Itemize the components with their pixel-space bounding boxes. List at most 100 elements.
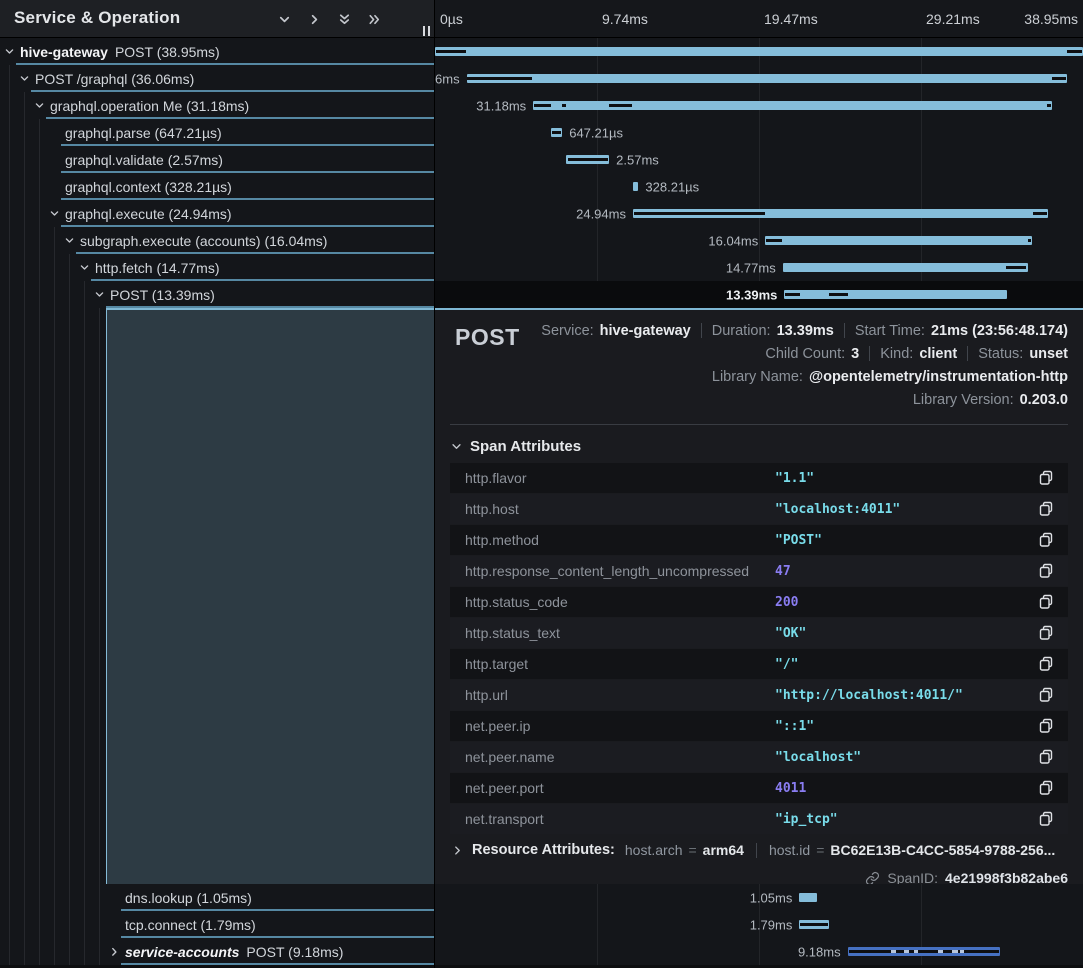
chevron-down-icon[interactable] bbox=[34, 100, 45, 111]
copy-icon[interactable] bbox=[1038, 532, 1054, 548]
span-bar-cell: 13.39ms bbox=[435, 281, 1083, 308]
self-time-segment bbox=[568, 158, 608, 161]
indent-guide bbox=[54, 254, 55, 281]
divider bbox=[869, 346, 870, 361]
indent-guide bbox=[69, 308, 70, 884]
span-bar[interactable] bbox=[566, 155, 609, 164]
span-bar[interactable] bbox=[435, 47, 1083, 56]
double-chevron-down-icon[interactable] bbox=[336, 11, 352, 27]
copy-icon[interactable] bbox=[1038, 811, 1054, 827]
span-name-cell[interactable]: graphql.operation Me (31.18ms) bbox=[0, 92, 434, 119]
span-name-cell[interactable]: POST (13.39ms) bbox=[0, 281, 434, 308]
span-name-cell[interactable]: service-accounts POST (9.18ms) bbox=[0, 938, 434, 965]
chevron-down-icon[interactable] bbox=[49, 208, 60, 219]
indent-guide bbox=[99, 911, 100, 938]
chevron-down-icon[interactable] bbox=[94, 289, 105, 300]
span-bar[interactable] bbox=[551, 128, 562, 137]
indent-guide bbox=[54, 281, 55, 308]
span-bar[interactable] bbox=[633, 209, 1048, 218]
span-name-cell[interactable]: graphql.execute (24.94ms) bbox=[0, 200, 434, 227]
span-bar-cell: 328.21µs bbox=[435, 173, 1083, 200]
panel-divider[interactable] bbox=[434, 0, 435, 968]
copy-icon[interactable] bbox=[1038, 563, 1054, 579]
span-name-cell[interactable]: tcp.connect (1.79ms) bbox=[0, 911, 434, 938]
divider bbox=[756, 843, 757, 858]
span-name-label: subgraph.execute (accounts) (16.04ms) bbox=[80, 233, 327, 249]
divider bbox=[844, 323, 845, 338]
span-bar[interactable] bbox=[848, 947, 1001, 956]
span-bar[interactable] bbox=[799, 893, 816, 902]
span-name-cell[interactable]: graphql.parse (647.21µs) bbox=[0, 119, 434, 146]
double-chevron-right-icon[interactable] bbox=[366, 11, 382, 27]
span-bar[interactable] bbox=[633, 182, 638, 191]
indent-guide bbox=[69, 254, 70, 281]
chevron-down-icon[interactable] bbox=[276, 11, 292, 27]
span-name-cell[interactable]: graphql.context (328.21µs) bbox=[0, 173, 434, 200]
chevron-right-icon[interactable] bbox=[306, 11, 322, 27]
equals-sign: = bbox=[816, 842, 824, 858]
attribute-key: http.response_content_length_uncompresse… bbox=[465, 563, 749, 579]
span-row: graphql.operation Me (31.18ms) 31.18ms bbox=[0, 92, 1083, 119]
indent-guide bbox=[9, 254, 10, 281]
indent-guide bbox=[54, 911, 55, 938]
span-name-cell[interactable]: subgraph.execute (accounts) (16.04ms) bbox=[0, 227, 434, 254]
chevron-down-icon[interactable] bbox=[19, 73, 30, 84]
span-row: service-accounts POST (9.18ms)9.18ms bbox=[0, 938, 1083, 965]
copy-icon[interactable] bbox=[1038, 470, 1054, 486]
self-time-segment bbox=[1028, 239, 1032, 242]
attribute-value: 47 bbox=[775, 564, 791, 579]
copy-icon[interactable] bbox=[1038, 780, 1054, 796]
span-name-cell[interactable]: dns.lookup (1.05ms) bbox=[0, 884, 434, 911]
copy-icon[interactable] bbox=[1038, 687, 1054, 703]
chevron-down-icon[interactable] bbox=[4, 46, 15, 57]
indent-guide bbox=[24, 281, 25, 308]
indent-guide bbox=[39, 173, 40, 200]
span-row: dns.lookup (1.05ms)1.05ms bbox=[0, 884, 1083, 911]
span-name-cell[interactable]: hive-gateway POST (38.95ms) bbox=[0, 38, 434, 65]
attribute-value: "OK" bbox=[775, 626, 806, 641]
indent-guide bbox=[39, 254, 40, 281]
span-bar[interactable] bbox=[765, 236, 1032, 245]
chevron-down-icon[interactable] bbox=[79, 262, 90, 273]
copy-icon[interactable] bbox=[1038, 656, 1054, 672]
chevron-down-icon[interactable] bbox=[64, 235, 75, 246]
span-duration-label: 14.77ms bbox=[726, 260, 776, 275]
column-resize-handle[interactable] bbox=[423, 26, 430, 36]
copy-icon[interactable] bbox=[1038, 625, 1054, 641]
span-attributes-toggle[interactable]: Span Attributes bbox=[451, 438, 581, 455]
indent-guide bbox=[9, 173, 10, 200]
self-time-segment bbox=[634, 212, 765, 215]
span-detail-panel: POST Service:hive-gatewayDuration:13.39m… bbox=[435, 308, 1083, 884]
span-bar[interactable] bbox=[784, 290, 1007, 299]
span-name-cell[interactable]: graphql.validate (2.57ms) bbox=[0, 146, 434, 173]
attribute-key: http.host bbox=[465, 501, 519, 517]
span-bar[interactable] bbox=[799, 920, 829, 929]
indent-guide bbox=[9, 884, 10, 911]
overview-value: client bbox=[919, 346, 957, 362]
span-name-cell[interactable]: POST /graphql (36.06ms) bbox=[0, 65, 434, 92]
attribute-row: http.response_content_length_uncompresse… bbox=[450, 556, 1068, 586]
attribute-key: http.method bbox=[465, 532, 539, 548]
copy-icon[interactable] bbox=[1038, 594, 1054, 610]
resource-attributes-row[interactable]: Resource Attributes: host.arch=arm64host… bbox=[452, 836, 1055, 864]
span-name-cell[interactable]: http.fetch (14.77ms) bbox=[0, 254, 434, 281]
span-row: tcp.connect (1.79ms) 1.79ms bbox=[0, 911, 1083, 938]
attribute-key: net.peer.port bbox=[465, 780, 544, 796]
attribute-row: http.status_text"OK" bbox=[450, 618, 1068, 648]
copy-icon[interactable] bbox=[1038, 749, 1054, 765]
span-duration-label: 1.79ms bbox=[750, 917, 793, 932]
overview-value: unset bbox=[1029, 346, 1068, 362]
span-bar[interactable] bbox=[467, 74, 1067, 83]
indent-guide bbox=[84, 911, 85, 938]
span-name-label: http.fetch (14.77ms) bbox=[95, 260, 220, 276]
span-name-label: service-accounts POST (9.18ms) bbox=[125, 944, 343, 960]
span-bar[interactable] bbox=[533, 101, 1052, 110]
copy-icon[interactable] bbox=[1038, 718, 1054, 734]
span-duration-label: 13.39ms bbox=[726, 287, 777, 302]
span-duration-label: 31.18ms bbox=[476, 98, 526, 113]
chevron-right-icon[interactable] bbox=[109, 946, 120, 957]
span-bar[interactable] bbox=[783, 263, 1029, 272]
attribute-value: "::1" bbox=[775, 719, 814, 734]
indent-guide bbox=[9, 119, 10, 146]
copy-icon[interactable] bbox=[1038, 501, 1054, 517]
